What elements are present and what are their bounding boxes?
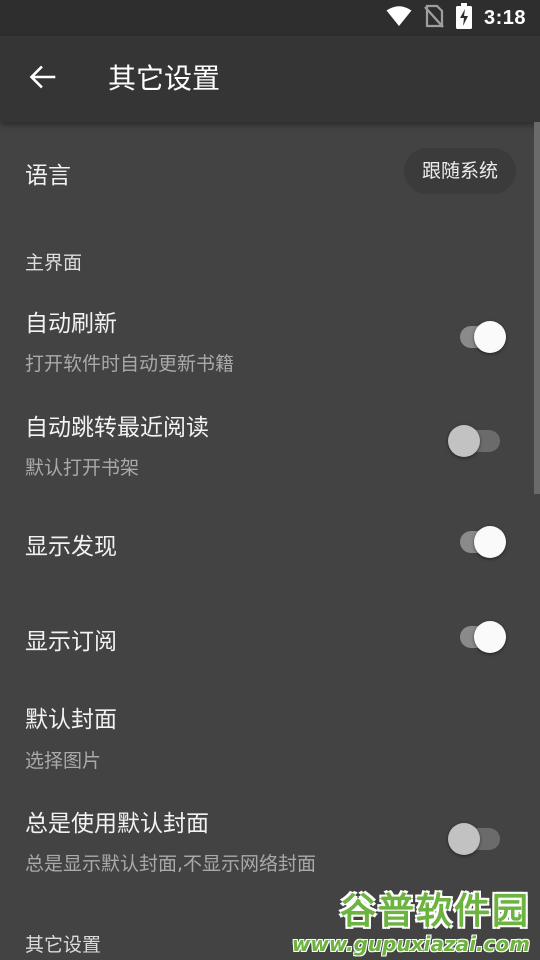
site-watermark: 谷普软件园 www.gupuxiazai.com [291, 891, 530, 957]
auto-refresh-summary: 打开软件时自动更新书籍 [25, 353, 235, 375]
show-rss-switch[interactable] [460, 617, 506, 657]
status-bar: 3:18 [0, 0, 540, 36]
wifi-icon [386, 5, 412, 31]
always-default-cover-summary: 总是显示默认封面,不显示网络封面 [25, 853, 317, 875]
switch-thumb [448, 823, 480, 855]
always-default-cover-title: 总是使用默认封面 [25, 811, 209, 837]
show-rss-setting[interactable]: 显示订阅 [0, 588, 540, 686]
switch-thumb [474, 621, 506, 653]
page-title: 其它设置 [108, 62, 221, 95]
auto-refresh-title: 自动刷新 [25, 311, 117, 337]
switch-thumb [448, 425, 480, 457]
default-cover-summary: 选择图片 [25, 750, 102, 772]
no-sim-icon [424, 4, 444, 32]
show-discovery-setting[interactable]: 显示发现 [0, 498, 540, 588]
always-default-cover-setting[interactable]: 总是使用默认封面 总是显示默认封面,不显示网络封面 [0, 786, 540, 890]
category-main-header: 主界面 [25, 252, 83, 274]
category-other-header: 其它设置 [25, 934, 102, 956]
switch-thumb [474, 321, 506, 353]
show-rss-title: 显示订阅 [25, 629, 117, 655]
auto-jump-recent-switch[interactable] [448, 421, 500, 461]
auto-jump-recent-summary: 默认打开书架 [25, 457, 140, 479]
default-cover-setting[interactable]: 默认封面 选择图片 [0, 686, 540, 786]
watermark-logo: 谷普软件园 [339, 891, 530, 932]
show-discovery-title: 显示发现 [25, 534, 117, 560]
battery-charging-icon [455, 3, 472, 33]
status-icons: 3:18 [386, 3, 526, 33]
scrollbar[interactable] [534, 122, 540, 494]
switch-thumb [474, 526, 506, 558]
language-setting[interactable]: 语言 跟随系统 [0, 122, 540, 220]
back-button[interactable] [14, 51, 70, 107]
watermark-url: www.gupuxiazai.com [291, 932, 530, 956]
status-time: 3:18 [483, 6, 526, 29]
auto-jump-recent-setting[interactable]: 自动跳转最近阅读 默认打开书架 [0, 394, 540, 498]
settings-list: 语言 跟随系统 主界面 自动刷新 打开软件时自动更新书籍 自动跳转最近阅读 默认… [0, 122, 540, 960]
language-value[interactable]: 跟随系统 [403, 148, 516, 194]
auto-refresh-setting[interactable]: 自动刷新 打开软件时自动更新书籍 [0, 290, 540, 394]
app-bar: 其它设置 [0, 36, 540, 122]
auto-refresh-switch[interactable] [460, 317, 506, 357]
always-default-cover-switch[interactable] [448, 819, 500, 859]
arrow-back-icon [28, 63, 56, 95]
default-cover-title: 默认封面 [25, 707, 117, 733]
auto-jump-recent-title: 自动跳转最近阅读 [25, 415, 209, 441]
show-discovery-switch[interactable] [460, 522, 506, 562]
language-title: 语言 [25, 163, 71, 189]
